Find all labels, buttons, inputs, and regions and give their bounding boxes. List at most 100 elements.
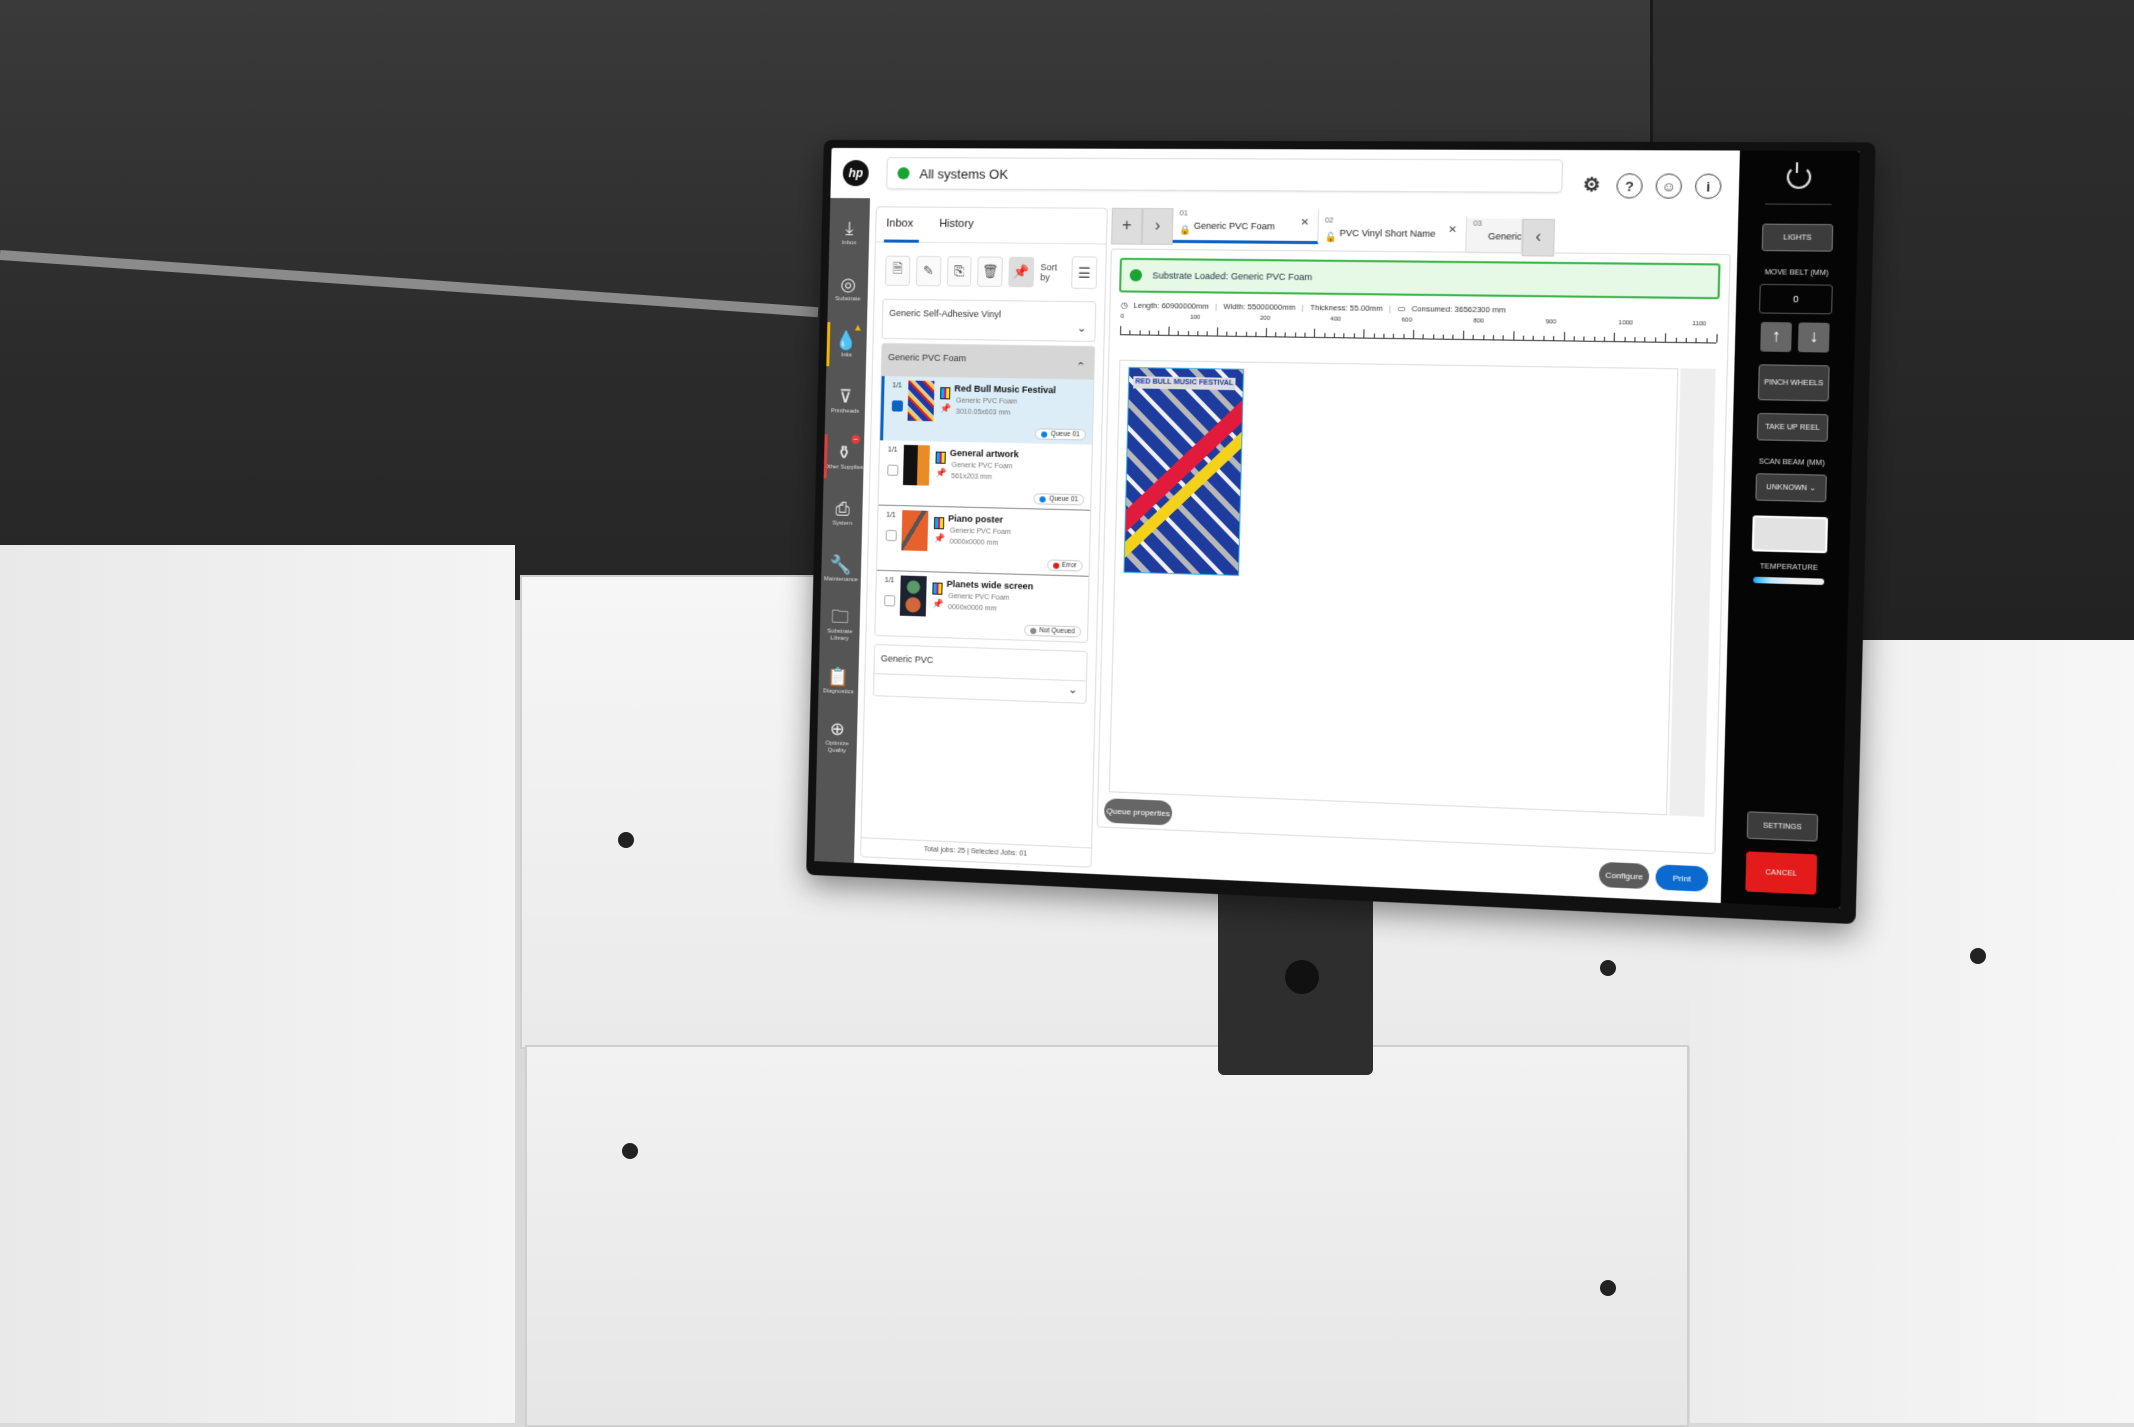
job-title: Planets wide screen [946,578,1034,592]
panel-screw [1600,1280,1616,1296]
job-row[interactable]: 1/1 📌 Red Bull Music Festival Generic PV… [880,376,1094,445]
arrow-up-icon[interactable]: ↑ [1760,321,1792,353]
ruler-tick [1654,337,1657,342]
pin-icon: 📌 [1013,263,1030,280]
job-row[interactable]: 1/1 📌 General artwork Generic PVC Foam 5… [878,440,1092,511]
job-size: 0000x0000 mm [949,538,999,547]
ruler-tick [1168,326,1170,335]
duplicate-button[interactable]: ⎘ [946,256,973,287]
substrate-group-pvc[interactable]: Generic PVC ⌄ [872,643,1088,704]
sidebar-item-optimize-quality[interactable]: ⊕ Optimize Quality [817,708,858,766]
info-icon[interactable]: i [1694,173,1722,200]
job-status: Not Queued [1039,627,1076,636]
warning-icon: ▲ [852,322,864,334]
add-tab-button[interactable]: + [1111,207,1143,245]
machine-control-panel: LIGHTS MOVE BELT (MM) 0 ↑ ↓ PINCH WHEELS… [1720,150,1860,909]
job-row[interactable]: 1/1 📌 Planets wide screen Generic PVC Fo… [875,571,1088,642]
settings-icon[interactable]: ⚙ [1579,173,1603,196]
ruler-tick [1177,330,1179,336]
queue-properties-button[interactable]: Queue properties [1103,798,1173,826]
ruler-tick [1216,327,1218,336]
job-status: Queue 01 [1050,430,1080,439]
sidebar-item-diagnostics[interactable]: 📋 Diagnostics [818,652,859,709]
ruler-tick [1197,331,1199,336]
ruler-tick [1245,331,1247,336]
help-icon[interactable]: ? [1616,173,1643,199]
chevron-up-icon[interactable]: ⌃ [1076,360,1086,373]
substrate-thickness: Thickness: 55.00mm [1309,302,1383,314]
ruler-tick [1553,336,1555,341]
job-checkbox[interactable] [887,464,899,476]
tab-history[interactable]: History [937,208,982,243]
job-tab-02[interactable]: 02 🔓 PVC Vinyl Short Name ✕ [1318,215,1468,252]
sort-button[interactable]: ☰ [1071,256,1098,290]
group-header[interactable]: Generic PVC Foam ⌃ [881,343,1095,380]
sidebar-item-inbox[interactable]: ⤓ Inbox [829,204,870,260]
move-belt-input[interactable]: 0 [1758,283,1833,315]
ruler-label: 0 [1120,313,1125,320]
configure-button[interactable]: Configure [1598,861,1650,890]
next-tab-button[interactable]: › [1141,207,1174,245]
filter-icon: ☰ [1077,263,1091,281]
copy-count: 1/1 [892,382,903,390]
print-preview-canvas[interactable]: RED BULL MUSIC FESTIVAL [1108,359,1679,816]
settings-button[interactable]: SETTINGS [1746,811,1819,842]
ruler-tick [1363,329,1365,338]
job-thumbnail [902,444,930,486]
chevron-right-icon: › [1154,217,1161,235]
chevron-left-icon: ‹ [1535,228,1542,247]
job-tab-03[interactable]: 03 Generic Name S… [1466,218,1523,255]
lights-button[interactable]: LIGHTS [1761,223,1834,252]
group-name: Generic Self-Adhesive Vinyl [889,307,1002,320]
print-button[interactable]: Print [1655,864,1709,892]
status-message: All systems OK [919,165,1009,182]
cmyk-icon [935,451,946,464]
job-checkbox[interactable] [885,529,897,542]
substrate-consumed: Consumed: 36562300 mm [1411,304,1506,315]
scan-beam-select[interactable]: UNKNOWN ⌄ [1755,473,1827,503]
arrow-down-icon[interactable]: ↓ [1797,322,1830,353]
sidebar-item-other-supplies[interactable]: − ⚱ Other Supplies [823,428,864,485]
system-status[interactable]: All systems OK [886,157,1564,193]
pin-button[interactable]: 📌 [1008,256,1035,288]
power-icon[interactable] [1786,165,1812,189]
feedback-icon[interactable]: ☺ [1655,173,1683,199]
job-checkbox[interactable] [891,400,904,412]
tab-name: PVC Vinyl Short Name [1339,227,1436,239]
ruler: 0 100 200 400 600 800 900 1000 1100 [1120,313,1718,344]
chevron-down-icon[interactable]: ⌄ [1068,683,1078,697]
take-up-reel-button[interactable]: TAKE UP REEL [1756,412,1829,442]
job-tab-01[interactable]: 01 🔒 Generic PVC Foam ✕ [1172,208,1320,245]
sidebar-item-system[interactable]: ⎙ System [822,484,863,541]
edit-button[interactable]: ✎ [915,255,942,287]
add-file-button[interactable]: 🗎 [884,255,911,286]
substrate-group-self-adhesive-vinyl[interactable]: Generic Self-Adhesive Vinyl ⌄ [881,298,1097,342]
printer-icon: ⎙ [835,497,851,519]
prev-tab-button[interactable]: ‹ [1521,218,1556,257]
group-header[interactable]: Generic Self-Adhesive Vinyl ⌄ [883,300,1096,341]
pinch-wheels-button[interactable]: PINCH WHEELS [1757,364,1830,402]
job-checkbox[interactable] [884,595,896,607]
cancel-button[interactable]: CANCEL [1745,851,1818,895]
temperature-bar [1753,576,1825,586]
close-tab-icon[interactable]: ✕ [1448,224,1457,235]
pin-icon: 📌 [931,598,944,609]
tab-inbox[interactable]: Inbox [884,207,922,241]
sidebar-item-printheads[interactable]: ⊽ Printheads [825,372,866,429]
ruler-tick [1685,337,1687,343]
sidebar-item-label: Substrate Library [826,628,853,643]
sidebar-item-substrate-library[interactable]: 🗀 Substrate Library [819,596,860,653]
sidebar-item-maintenance[interactable]: 🔧 Maintenance [821,540,862,597]
artwork-preview[interactable]: RED BULL MUSIC FESTIVAL [1123,366,1245,576]
ruler-tick [1353,333,1355,338]
trash-icon: 🗑 [981,263,999,279]
delete-button[interactable]: 🗑 [977,256,1004,288]
tab-name: Generic PVC Foam [1193,220,1275,232]
close-tab-icon[interactable]: ✕ [1300,217,1309,228]
job-row[interactable]: 1/1 📌 Piano poster Generic PVC Foam 0000… [876,505,1091,577]
sidebar-item-inks[interactable]: ▲ 💧 Inks [826,316,867,373]
chevron-down-icon[interactable]: ⌄ [1077,321,1087,334]
sidebar-item-substrate[interactable]: ◎ Substrate [828,260,869,317]
job-status: Error [1061,561,1077,570]
